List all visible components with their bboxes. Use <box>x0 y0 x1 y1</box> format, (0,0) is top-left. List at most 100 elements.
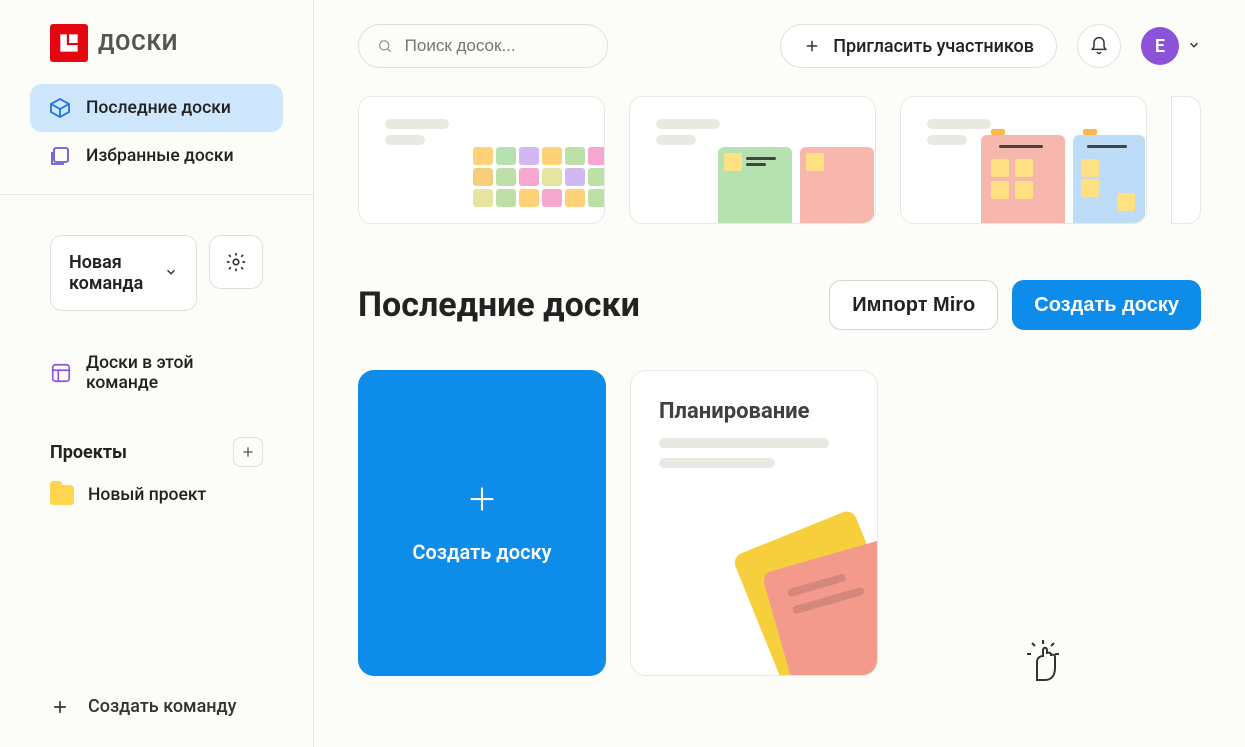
grid-preview <box>473 147 605 207</box>
user-menu[interactable]: E <box>1141 27 1201 65</box>
tab-icon <box>1083 129 1097 135</box>
grid-swatch <box>588 168 605 186</box>
avatar-letter: E <box>1155 36 1165 57</box>
board-card[interactable]: Планирование <box>630 370 878 676</box>
line-icon <box>1087 145 1127 148</box>
placeholder-line <box>385 119 449 129</box>
sidebar-mid: Новая команда Доски в этой команде Проек… <box>0 195 313 674</box>
grid-swatch <box>496 168 516 186</box>
preview-panel <box>981 135 1065 223</box>
placeholder-line <box>659 438 829 448</box>
plus-icon <box>240 444 256 460</box>
placeholder-line <box>656 135 696 145</box>
template-strip <box>358 96 1201 224</box>
layout-icon <box>50 362 72 384</box>
board-art <box>727 505 878 676</box>
line-icon <box>746 163 766 166</box>
avatar: E <box>1141 27 1179 65</box>
sticky-note-icon <box>1081 159 1099 177</box>
box-icon <box>48 96 72 120</box>
grid-swatch <box>519 147 539 165</box>
preview-panel <box>718 147 792 223</box>
template-card-3[interactable] <box>900 96 1147 224</box>
grid-swatch <box>496 189 516 207</box>
sticky-note-icon <box>806 153 824 171</box>
template-card-2[interactable] <box>629 96 876 224</box>
grid-swatch <box>473 147 493 165</box>
btn-label: Импорт Miro <box>852 294 975 317</box>
create-team-button[interactable]: Создать команду <box>50 696 263 717</box>
preview-panel <box>1073 135 1145 223</box>
project-label: Новый проект <box>88 485 206 505</box>
project-item[interactable]: Новый проект <box>50 485 263 505</box>
nav-label: Последние доски <box>86 98 231 118</box>
sidebar: ДОСКИ Последние доски Избранные доски Но… <box>0 0 314 747</box>
placeholder-line <box>927 119 991 129</box>
logo-mark-icon <box>50 24 88 62</box>
create-board-button[interactable]: Создать доску <box>1012 280 1201 330</box>
create-card-label: Создать доску <box>412 540 551 564</box>
stack-icon <box>48 144 72 168</box>
grid-swatch <box>565 147 585 165</box>
sticky-note-icon <box>724 153 742 171</box>
notifications-button[interactable] <box>1077 24 1121 68</box>
team-settings-button[interactable] <box>209 235 263 289</box>
placeholder-line <box>659 458 775 468</box>
btn-label: Создать доску <box>1034 294 1179 317</box>
bell-icon <box>1089 36 1109 56</box>
tab-icon <box>991 129 1005 135</box>
logo[interactable]: ДОСКИ <box>0 0 313 84</box>
logo-word: ДОСКИ <box>98 31 178 56</box>
nav-label: Избранные доски <box>86 146 234 166</box>
chevron-down-icon <box>164 263 178 284</box>
template-card-1[interactable] <box>358 96 605 224</box>
grid-swatch <box>473 168 493 186</box>
projects-heading: Проекты <box>50 442 127 463</box>
sticky-note-icon <box>991 181 1009 199</box>
add-project-button[interactable] <box>233 437 263 467</box>
grid-swatch <box>542 189 562 207</box>
line-icon <box>999 145 1043 148</box>
grid-swatch <box>542 147 562 165</box>
team-boards-link[interactable]: Доски в этой команде <box>50 353 263 393</box>
search-icon <box>377 37 393 55</box>
grid-swatch <box>565 189 585 207</box>
sticky-note-icon <box>1081 179 1099 197</box>
sticky-note-icon <box>1117 193 1135 211</box>
sticky-note-icon <box>1015 159 1033 177</box>
nav-recent-boards[interactable]: Последние доски <box>30 84 283 132</box>
line-icon <box>746 157 776 160</box>
board-grid: Создать доску Планирование <box>358 370 1201 676</box>
main-area: Пригласить участников E <box>314 0 1245 747</box>
folder-icon <box>50 485 74 505</box>
grid-swatch <box>542 168 562 186</box>
topbar: Пригласить участников E <box>358 24 1201 68</box>
team-selector[interactable]: Новая команда <box>50 235 197 311</box>
plus-icon <box>50 697 70 717</box>
nav-favorite-boards[interactable]: Избранные доски <box>30 132 283 180</box>
grid-swatch <box>565 168 585 186</box>
search-input-wrap[interactable] <box>358 24 608 68</box>
team-name: Новая команда <box>69 252 164 294</box>
preview-panel <box>800 147 874 223</box>
placeholder-line <box>656 119 720 129</box>
sticky-note-icon <box>991 159 1009 177</box>
gear-icon <box>225 251 247 273</box>
grid-swatch <box>473 189 493 207</box>
page-title: Последние доски <box>358 285 640 325</box>
plus-icon <box>803 37 821 55</box>
grid-swatch <box>588 189 605 207</box>
placeholder-line <box>927 135 967 145</box>
create-team-label: Создать команду <box>88 696 237 717</box>
grid-swatch <box>519 168 539 186</box>
board-name: Планирование <box>659 399 849 424</box>
create-board-card[interactable]: Создать доску <box>358 370 606 676</box>
search-input[interactable] <box>405 36 589 56</box>
grid-swatch <box>496 147 516 165</box>
grid-swatch <box>588 147 605 165</box>
headline-row: Последние доски Импорт Miro Создать доск… <box>358 280 1201 330</box>
template-card-4-partial[interactable] <box>1171 96 1201 224</box>
sticky-note-icon <box>1015 181 1033 199</box>
import-miro-button[interactable]: Импорт Miro <box>829 280 998 330</box>
invite-button[interactable]: Пригласить участников <box>780 24 1057 68</box>
